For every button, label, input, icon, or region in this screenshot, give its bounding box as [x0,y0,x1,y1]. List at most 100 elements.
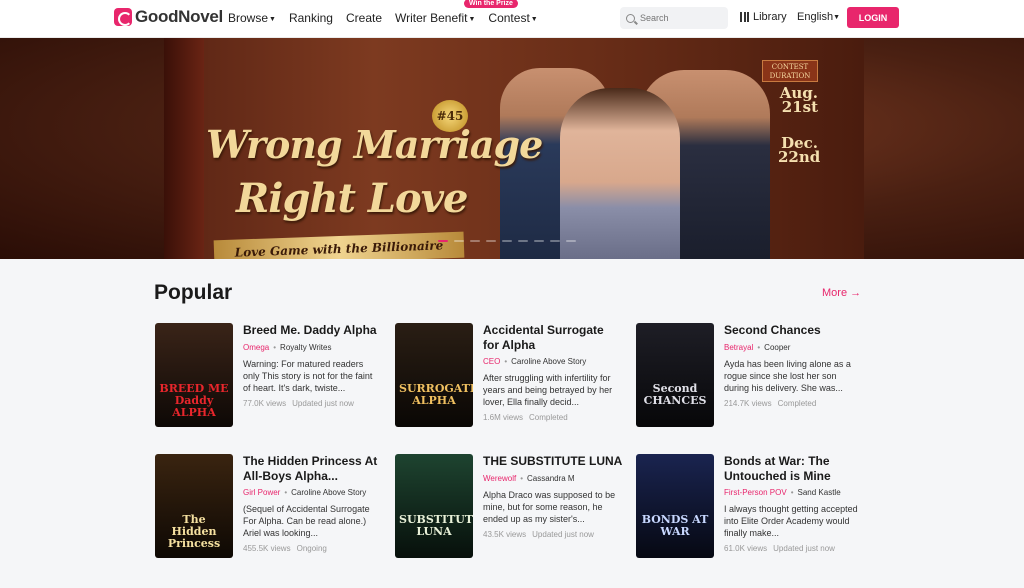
carousel-dot[interactable] [470,240,480,242]
book-author[interactable]: Sand Kastle [798,488,841,497]
language-selector[interactable]: English▼ [797,11,840,23]
search-input[interactable] [640,13,720,23]
book-author[interactable]: Cassandra M [527,474,575,483]
book-title[interactable]: Second Chances [724,323,864,338]
book-status: Completed [777,399,817,408]
book-card[interactable]: Second CHANCES Second Chances Betrayal • C… [636,323,864,433]
separator-dot: • [757,343,761,352]
cover-title-art: SURROGATE ALPHA [399,382,473,407]
nav-create-label: Create [345,11,383,25]
cover-title-art: BONDS AT WAR [641,513,709,538]
book-stats: 61.0K views Updated just now [724,544,835,553]
search-box[interactable] [620,7,728,29]
book-meta: Betrayal • Cooper [724,343,790,352]
book-card[interactable]: SUBSTITUTE LUNA THE SUBSTITUTE LUNA Were… [395,454,623,564]
carousel-dot[interactable] [518,240,528,242]
book-views: 77.0K views [243,399,287,408]
curtain-decoration [164,38,204,259]
book-cover[interactable]: The Hidden Princess [155,454,233,558]
nav-writer-benefit[interactable]: Writer Benefit▼ [395,11,475,25]
book-genre-tag[interactable]: Girl Power [243,488,280,497]
book-title[interactable]: Bonds at War: The Untouched is Mine [724,454,864,483]
language-label: English [797,11,834,23]
carousel-dot[interactable] [550,240,560,242]
nav-create[interactable]: Create [346,11,382,25]
book-genre-tag[interactable]: Omega [243,343,269,352]
book-card[interactable]: SURROGATE ALPHA Accidental Surrogate for… [395,323,623,433]
book-title[interactable]: The Hidden Princess At All-Boys Alpha... [243,454,383,483]
book-status: Updated just now [292,399,354,408]
goodnovel-logo[interactable]: GoodNovel [114,7,223,27]
top-header: GoodNovel Browse▼ Ranking Create Writer … [0,0,1024,38]
separator-dot: • [273,343,277,352]
separator-dot: • [284,488,288,497]
book-views: 61.0K views [724,544,768,553]
book-genre-tag[interactable]: Werewolf [483,474,516,483]
book-author[interactable]: Caroline Above Story [511,357,586,366]
book-author[interactable]: Royalty Writes [280,343,331,352]
book-genre-tag[interactable]: First-Person POV [724,488,787,497]
carousel-dot[interactable] [502,240,512,242]
book-description: Alpha Draco was supposed to be mine, but… [483,490,616,524]
chevron-down-icon: ▼ [833,14,841,21]
chevron-down-icon: ▼ [530,16,538,23]
login-button[interactable]: LOGIN [847,7,899,28]
book-cover[interactable]: BONDS AT WAR [636,454,714,558]
separator-dot: • [520,474,524,483]
book-title[interactable]: THE SUBSTITUTE LUNA [483,454,623,469]
separator-dot: • [504,357,508,366]
nav-contest-label: Contest [488,11,530,25]
carousel-dot[interactable] [566,240,576,242]
arrow-right-icon: → [850,287,862,299]
end-day: 22nd [778,148,821,166]
cover-title-art: BREED ME Daddy ALPHA [159,382,229,419]
banner-title-line2: Right Love [236,175,468,222]
cover-figure-woman [560,88,680,259]
book-title[interactable]: Breed Me. Daddy Alpha [243,323,383,338]
book-title[interactable]: Accidental Surrogate for Alpha [483,323,623,352]
book-card[interactable]: The Hidden Princess The Hidden Princess … [155,454,383,564]
carousel-indicators [438,240,582,242]
win-prize-badge: Win the Prize [464,0,518,8]
nav-ranking-label: Ranking [288,11,333,25]
book-status: Completed [529,413,568,422]
contest-duration-label: CONTEST DURATION [762,60,818,82]
contest-start-date: Aug. 21st [778,86,818,115]
book-status: Updated just now [773,544,835,553]
book-views: 455.5K views [243,544,291,553]
book-meta: Omega • Royalty Writes [243,343,331,352]
book-stats: 214.7K views Completed [724,399,816,408]
book-description: (Sequel of Accidental Surrogate For Alph… [243,504,370,538]
nav-ranking[interactable]: Ranking [289,11,333,25]
book-stats: 77.0K views Updated just now [243,399,354,408]
section-title-popular: Popular [154,281,233,304]
book-meta: CEO • Caroline Above Story [483,357,586,366]
carousel-dot[interactable] [534,240,544,242]
book-card[interactable]: BONDS AT WAR Bonds at War: The Untouched… [636,454,864,564]
book-cover[interactable]: Second CHANCES [636,323,714,427]
chevron-down-icon: ▼ [468,16,476,23]
cover-title-art: The Hidden Princess [167,513,221,550]
book-author[interactable]: Cooper [764,343,790,352]
nav-browse[interactable]: Browse▼ [228,11,276,25]
contest-end-date: Dec. 22nd [778,136,821,166]
book-status: Ongoing [296,544,327,553]
nav-contest[interactable]: Contest▼ [488,11,537,25]
book-card[interactable]: BREED ME Daddy ALPHA Breed Me. Daddy Alp… [155,323,383,433]
book-genre-tag[interactable]: Betrayal [724,343,753,352]
book-cover[interactable]: SURROGATE ALPHA [395,323,473,427]
carousel-dot[interactable] [438,240,448,242]
library-link[interactable]: Library [740,11,787,23]
book-author[interactable]: Caroline Above Story [291,488,366,497]
book-cover[interactable]: BREED ME Daddy ALPHA [155,323,233,427]
book-genre-tag[interactable]: CEO [483,357,500,366]
nav-browse-label: Browse [228,11,269,25]
carousel-dot[interactable] [454,240,464,242]
chevron-down-icon: ▼ [269,16,276,23]
more-link[interactable]: More → [822,287,861,299]
carousel-dot[interactable] [486,240,496,242]
book-description: Ayda has been living alone as a rogue si… [724,359,851,393]
book-cover[interactable]: SUBSTITUTE LUNA [395,454,473,558]
hero-banner[interactable]: #45 Wrong Marriage Right Love Love Game … [0,38,1024,259]
library-label: Library [753,11,787,23]
